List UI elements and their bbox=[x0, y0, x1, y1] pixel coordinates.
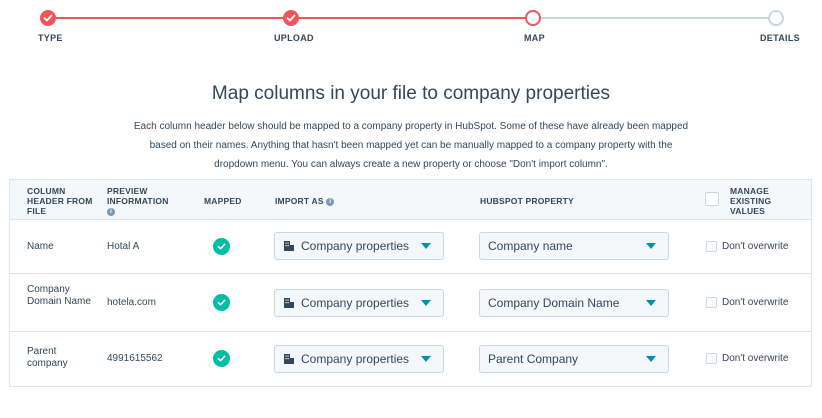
table-row: Company Domain Name hotela.com Company p… bbox=[10, 274, 811, 332]
step-line-complete bbox=[291, 17, 533, 19]
table-row: Name Hotal A Company properties Company … bbox=[10, 220, 811, 274]
building-icon bbox=[283, 240, 295, 252]
step-type-check-icon bbox=[40, 10, 56, 26]
table-header: COLUMN HEADER FROM FILE PREVIEW INFORMAT… bbox=[10, 180, 811, 220]
header-manage-existing-values: MANAGE EXISTING VALUES bbox=[730, 186, 772, 216]
page-description: Each column header below should be mappe… bbox=[133, 121, 689, 170]
import-as-value: Company properties bbox=[301, 239, 410, 253]
dont-overwrite-label: Don't overwrite bbox=[722, 297, 789, 308]
column-header-cell: Company Domain Name bbox=[27, 284, 91, 307]
import-as-value: Company properties bbox=[301, 296, 410, 310]
step-line-complete bbox=[48, 17, 291, 19]
step-label-map: MAP bbox=[524, 33, 545, 43]
step-map-current-dot bbox=[525, 10, 541, 26]
caret-down-icon bbox=[421, 243, 431, 249]
check-circle-icon bbox=[213, 350, 230, 367]
import-as-select[interactable]: Company properties bbox=[274, 289, 444, 317]
info-icon[interactable]: i bbox=[107, 207, 115, 216]
progress-stepper: TYPE UPLOAD MAP DETAILS bbox=[0, 0, 822, 50]
page-title: Map columns in your file to company prop… bbox=[211, 83, 611, 104]
manage-all-checkbox[interactable] bbox=[705, 192, 719, 206]
hubspot-property-select[interactable]: Company name bbox=[479, 232, 669, 260]
preview-cell: Hotal A bbox=[107, 241, 140, 252]
header-preview-information: PREVIEW INFORMATION i bbox=[107, 186, 187, 216]
preview-cell: 4991615562 bbox=[107, 353, 163, 364]
caret-down-icon bbox=[421, 300, 431, 306]
hubspot-property-value: Company name bbox=[488, 239, 573, 253]
caret-down-icon bbox=[421, 356, 431, 362]
dont-overwrite-label: Don't overwrite bbox=[722, 241, 789, 252]
caret-down-icon bbox=[646, 243, 656, 249]
mapping-table: COLUMN HEADER FROM FILE PREVIEW INFORMAT… bbox=[9, 179, 812, 387]
dont-overwrite-checkbox[interactable] bbox=[706, 353, 717, 364]
column-header-cell: Parent company bbox=[27, 346, 68, 369]
caret-down-icon bbox=[646, 356, 656, 362]
building-icon bbox=[283, 297, 295, 309]
caret-down-icon bbox=[646, 300, 656, 306]
import-as-select[interactable]: Company properties bbox=[274, 345, 444, 373]
import-as-select[interactable]: Company properties bbox=[274, 232, 444, 260]
header-column-from-file: COLUMN HEADER FROM FILE bbox=[27, 186, 93, 216]
step-label-upload: UPLOAD bbox=[274, 33, 314, 43]
dont-overwrite-label: Don't overwrite bbox=[722, 353, 789, 364]
dont-overwrite-checkbox[interactable] bbox=[706, 241, 717, 252]
hubspot-property-value: Parent Company bbox=[488, 352, 579, 366]
hubspot-property-value: Company Domain Name bbox=[488, 296, 620, 310]
hubspot-property-select[interactable]: Parent Company bbox=[479, 345, 669, 373]
step-label-details: DETAILS bbox=[760, 33, 800, 43]
header-hubspot-property: HUBSPOT PROPERTY bbox=[480, 196, 574, 206]
building-icon bbox=[283, 353, 295, 365]
check-circle-icon bbox=[213, 294, 230, 311]
hubspot-property-select[interactable]: Company Domain Name bbox=[479, 289, 669, 317]
step-upload-check-icon bbox=[283, 10, 299, 26]
info-icon[interactable]: i bbox=[326, 197, 335, 206]
header-preview-label: PREVIEW INFORMATION bbox=[107, 186, 169, 206]
step-label-type: TYPE bbox=[38, 33, 63, 43]
dont-overwrite-checkbox[interactable] bbox=[706, 297, 717, 308]
check-circle-icon bbox=[213, 238, 230, 255]
preview-cell: hotela.com bbox=[107, 297, 156, 308]
header-import-as: IMPORT AS i bbox=[275, 196, 335, 206]
step-details-dot bbox=[768, 10, 784, 26]
table-row: Parent company 4991615562 Company proper… bbox=[10, 332, 811, 386]
column-header-cell: Name bbox=[27, 241, 54, 252]
import-as-value: Company properties bbox=[301, 352, 410, 366]
header-mapped: MAPPED bbox=[204, 196, 242, 206]
header-import-as-label: IMPORT AS bbox=[275, 196, 324, 206]
step-line-incomplete bbox=[533, 17, 776, 19]
